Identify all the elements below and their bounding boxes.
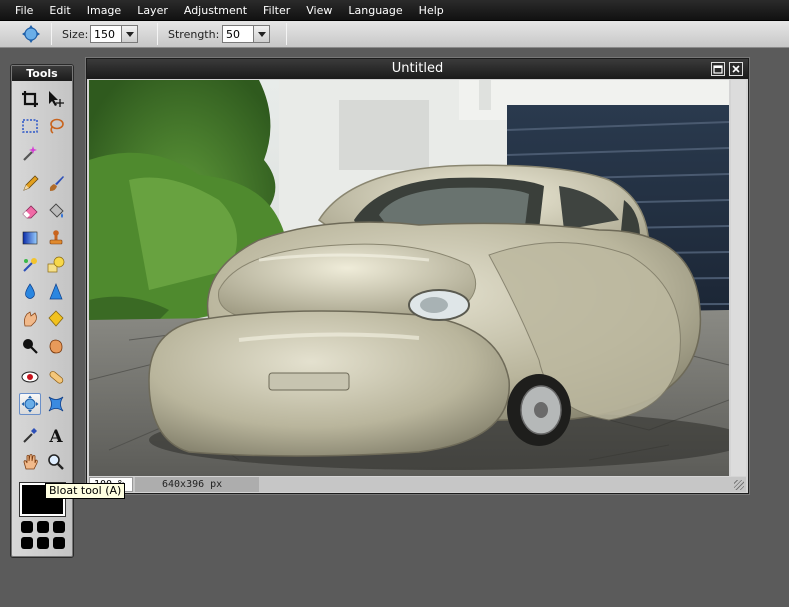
- menu-edit[interactable]: Edit: [41, 0, 78, 21]
- clone-stamp-icon[interactable]: [45, 227, 67, 249]
- size-dropdown-button[interactable]: [121, 26, 137, 42]
- image-canvas[interactable]: [89, 80, 729, 476]
- maximize-button[interactable]: [711, 62, 725, 76]
- size-label: Size:: [62, 28, 89, 41]
- svg-text:A: A: [48, 427, 63, 444]
- palette-dot[interactable]: [53, 521, 65, 533]
- menu-language[interactable]: Language: [340, 0, 410, 21]
- strength-spinner: [222, 25, 270, 43]
- menu-image[interactable]: Image: [79, 0, 129, 21]
- separator: [157, 23, 158, 45]
- color-picker-icon[interactable]: [19, 424, 41, 446]
- lasso-icon[interactable]: [45, 115, 67, 137]
- menu-adjustment[interactable]: Adjustment: [176, 0, 255, 21]
- bloat-tool-icon[interactable]: [19, 393, 41, 415]
- image-dimensions: 640x396 px: [135, 477, 259, 492]
- tools-panel: Tools A Bloat tool (A): [10, 64, 126, 558]
- bloated-car-photo: [89, 80, 729, 476]
- spot-heal-icon[interactable]: [45, 366, 67, 388]
- type-icon[interactable]: A: [45, 424, 67, 446]
- bloat-icon: [20, 24, 42, 44]
- resize-grip-icon[interactable]: [734, 480, 744, 490]
- document-statusbar: 100 % 640x396 px: [89, 477, 746, 492]
- tools-title: Tools: [12, 66, 72, 81]
- palette-dot[interactable]: [53, 537, 65, 549]
- pencil-icon[interactable]: [19, 173, 41, 195]
- palette-dot[interactable]: [21, 537, 33, 549]
- palette-dot[interactable]: [37, 521, 49, 533]
- paint-bucket-icon[interactable]: [45, 200, 67, 222]
- zoom-icon[interactable]: [45, 451, 67, 473]
- smudge-icon[interactable]: [19, 308, 41, 330]
- marquee-select-icon[interactable]: [19, 115, 41, 137]
- strength-input[interactable]: [223, 26, 253, 42]
- close-button[interactable]: [729, 62, 743, 76]
- gradient-icon[interactable]: [19, 227, 41, 249]
- size-input[interactable]: [91, 26, 121, 42]
- menu-bar: File Edit Image Layer Adjustment Filter …: [0, 0, 789, 21]
- move-icon[interactable]: [45, 88, 67, 110]
- strength-dropdown-button[interactable]: [253, 26, 269, 42]
- separator: [51, 23, 52, 45]
- strength-label: Strength:: [168, 28, 220, 41]
- document-title: Untitled: [391, 61, 444, 76]
- red-eye-icon[interactable]: [19, 366, 41, 388]
- palette-dot[interactable]: [37, 537, 49, 549]
- vertical-scrollbar[interactable]: [731, 80, 746, 476]
- magic-wand-icon[interactable]: [19, 142, 41, 164]
- sharpen-icon[interactable]: [45, 281, 67, 303]
- palette-dot[interactable]: [21, 521, 33, 533]
- size-spinner: [90, 25, 138, 43]
- menu-file[interactable]: File: [0, 0, 41, 21]
- hand-icon[interactable]: [19, 451, 41, 473]
- document-window: Untitled 640x396 px: [86, 58, 749, 494]
- burn-icon[interactable]: [45, 335, 67, 357]
- menu-view[interactable]: View: [298, 0, 340, 21]
- menu-help[interactable]: Help: [411, 0, 452, 21]
- crop-icon[interactable]: [19, 88, 41, 110]
- options-bar: Size: Strength:: [0, 21, 789, 48]
- pinch-icon[interactable]: [45, 393, 67, 415]
- brush-icon[interactable]: [45, 173, 67, 195]
- separator: [286, 23, 287, 45]
- tool-tooltip: Bloat tool (A): [45, 483, 126, 499]
- drawing-icon[interactable]: [45, 254, 67, 276]
- document-titlebar[interactable]: Untitled: [87, 59, 748, 79]
- sponge-icon[interactable]: [45, 308, 67, 330]
- color-replace-icon[interactable]: [19, 254, 41, 276]
- blur-icon[interactable]: [19, 281, 41, 303]
- menu-layer[interactable]: Layer: [129, 0, 176, 21]
- menu-filter[interactable]: Filter: [255, 0, 298, 21]
- dodge-icon[interactable]: [19, 335, 41, 357]
- eraser-icon[interactable]: [19, 200, 41, 222]
